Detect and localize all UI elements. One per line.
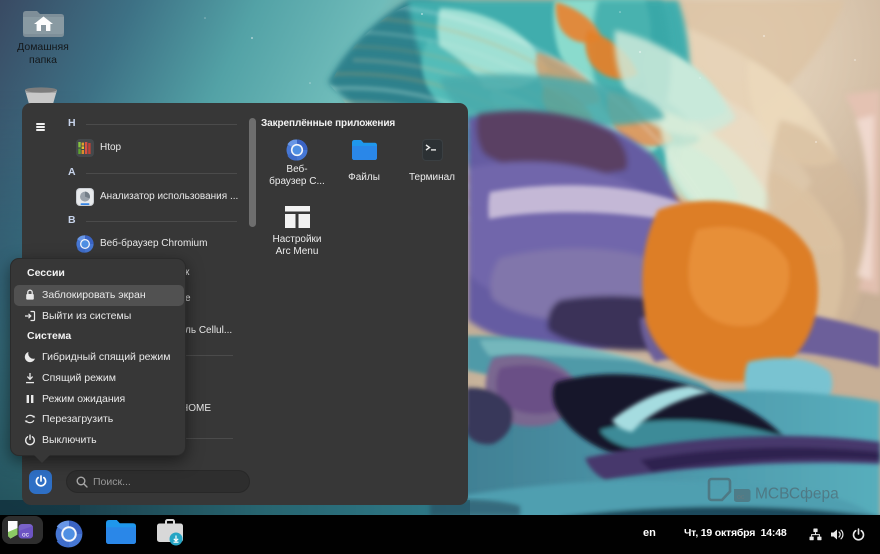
svg-text:ос: ос [737,494,745,501]
svg-text:ос: ос [22,532,30,539]
svg-text:МСВСфера: МСВСфера [755,486,839,503]
